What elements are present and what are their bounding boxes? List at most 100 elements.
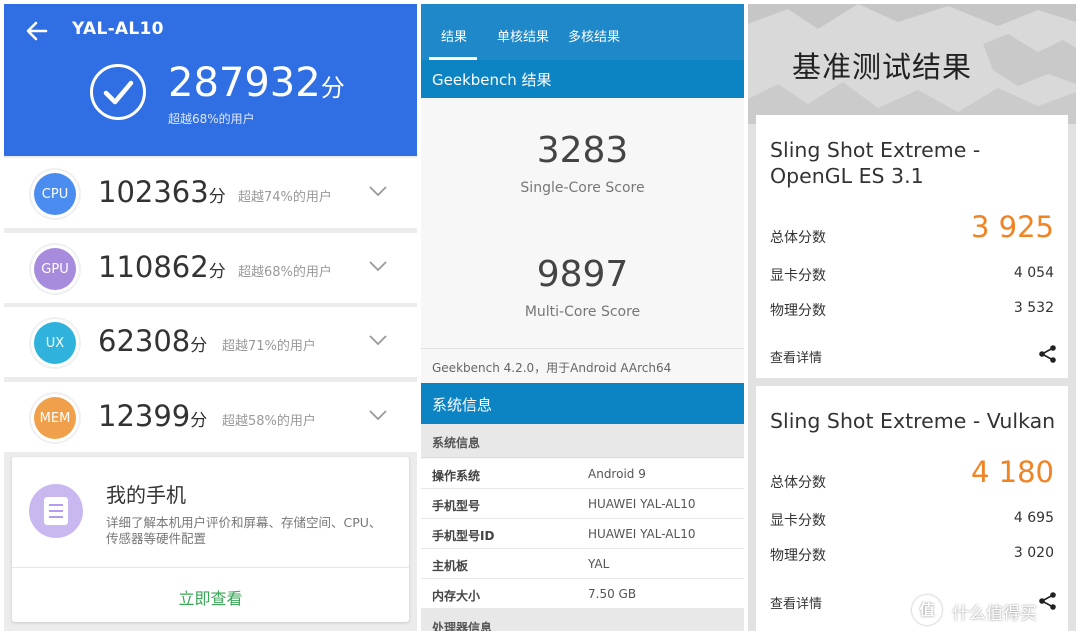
back-arrow-icon[interactable] xyxy=(24,18,50,44)
cpu-score: 102363分 xyxy=(98,174,226,215)
test-name: Sling Shot Extreme - Vulkan xyxy=(770,409,1056,433)
mem-score-value: 12399 xyxy=(98,399,191,433)
info-row: 手机型号 HUAWEI YAL-AL10 xyxy=(421,489,744,519)
section-processor-info: 处理器信息 xyxy=(421,609,744,631)
divider xyxy=(12,567,409,568)
tab-bar: 结果 单核结果 多核结果 xyxy=(421,4,744,60)
watermark-logo-icon: 值 xyxy=(912,595,942,625)
ux-score-unit: 分 xyxy=(190,336,208,356)
tab-single-core[interactable]: 单核结果 xyxy=(497,26,549,45)
cpu-score-value: 102363 xyxy=(98,175,209,209)
gpu-score-unit: 分 xyxy=(208,262,226,282)
ux-badge: UX xyxy=(34,322,76,364)
mem-score: 12399分 xyxy=(98,398,207,439)
score-row-mem[interactable]: MEM 12399分 超越58%的用户 xyxy=(4,382,417,452)
multi-core-score: 9897 xyxy=(536,254,629,295)
hero-banner: 基准测试结果 xyxy=(748,4,1076,124)
section-system-info: 系统信息 xyxy=(421,424,744,458)
antutu-panel: YAL-AL10 287932分 超越68%的用户 CPU 102363分 超越… xyxy=(4,4,417,631)
result-card-opengl: Sling Shot Extreme - OpenGL ES 3.1 总体分数 … xyxy=(756,115,1068,378)
ux-score: 62308分 xyxy=(98,323,207,364)
gpu-score-value: 110862 xyxy=(98,250,209,284)
graphics-score-value: 4 695 xyxy=(1013,510,1054,526)
score-row-gpu[interactable]: GPU 110862分 超越68%的用户 xyxy=(4,233,417,303)
device-model: YAL-AL10 xyxy=(72,19,164,39)
version-info: Geekbench 4.2.0，用于Android AArch64 xyxy=(421,348,744,380)
single-core-score: 3283 xyxy=(536,130,629,171)
system-info-header-text: 系统信息 xyxy=(432,396,493,414)
tab-results[interactable]: 结果 xyxy=(441,26,467,45)
chevron-down-icon[interactable] xyxy=(368,259,388,273)
info-key: 内存大小 xyxy=(432,589,481,603)
info-key: 操作系统 xyxy=(432,469,481,483)
view-details-link[interactable]: 查看详情 xyxy=(770,347,822,366)
chevron-down-icon[interactable] xyxy=(368,333,388,347)
total-score-value: 287932 xyxy=(168,60,321,106)
tab-multi-core[interactable]: 多核结果 xyxy=(568,26,620,45)
cpu-beat: 超越74%的用户 xyxy=(238,190,332,205)
antutu-header: YAL-AL10 287932分 超越68%的用户 xyxy=(4,4,417,156)
info-key: 手机型号 xyxy=(432,499,481,513)
view-now-button[interactable]: 立即查看 xyxy=(12,585,409,609)
page-title: 基准测试结果 xyxy=(792,50,973,84)
info-row: 主机板 YAL xyxy=(421,549,744,579)
cpu-score-unit: 分 xyxy=(208,187,226,207)
info-key: 主机板 xyxy=(432,559,469,573)
info-value: Android 9 xyxy=(588,467,646,481)
single-core-label: Single-Core Score xyxy=(520,180,645,196)
graphics-score-label: 显卡分数 xyxy=(770,513,826,529)
mem-score-unit: 分 xyxy=(190,411,208,431)
total-score-label: 总体分数 xyxy=(770,230,826,246)
share-icon[interactable] xyxy=(1038,344,1058,364)
ux-score-value: 62308 xyxy=(98,324,191,358)
graphics-score-label: 显卡分数 xyxy=(770,268,826,284)
checkmark-icon xyxy=(90,64,146,120)
info-row: 操作系统 Android 9 xyxy=(421,459,744,489)
my-phone-card: 我的手机 详细了解本机用户评价和屏幕、存储空间、CPU、传感器等硬件配置 立即查… xyxy=(12,457,409,622)
info-value: YAL xyxy=(588,557,610,571)
total-score-value: 3 925 xyxy=(970,210,1054,244)
gpu-score: 110862分 xyxy=(98,249,226,290)
version-text: Geekbench 4.2.0，用于Android AArch64 xyxy=(432,361,672,375)
graphics-score-value: 4 054 xyxy=(1013,265,1054,281)
3dmark-panel: 基准测试结果 Sling Shot Extreme - OpenGL ES 3.… xyxy=(748,4,1076,631)
card-title: 我的手机 xyxy=(106,483,186,507)
physics-score-label: 物理分数 xyxy=(770,548,826,564)
info-row: 手机型号ID HUAWEI YAL-AL10 xyxy=(421,519,744,549)
score-row-cpu[interactable]: CPU 102363分 超越74%的用户 xyxy=(4,158,417,228)
multi-core-label: Multi-Core Score xyxy=(524,304,641,320)
info-value: HUAWEI YAL-AL10 xyxy=(588,497,696,511)
physics-score-label: 物理分数 xyxy=(770,303,826,319)
gpu-beat: 超越68%的用户 xyxy=(238,265,332,280)
mem-badge: MEM xyxy=(34,397,76,439)
info-value: HUAWEI YAL-AL10 xyxy=(588,527,696,541)
chevron-down-icon[interactable] xyxy=(368,184,388,198)
gpu-badge: GPU xyxy=(34,248,76,290)
watermark: 值 什么值得买 xyxy=(912,593,1080,627)
document-icon xyxy=(29,484,83,538)
info-row: 内存大小 7.50 GB xyxy=(421,579,744,609)
test-name: Sling Shot Extreme - OpenGL ES 3.1 xyxy=(770,138,981,188)
chevron-down-icon[interactable] xyxy=(368,408,388,422)
geekbench-panel: 结果 单核结果 多核结果 Geekbench 结果 3283 Single-Co… xyxy=(421,4,744,631)
results-header: Geekbench 结果 xyxy=(421,60,744,98)
ux-beat: 超越71%的用户 xyxy=(222,339,316,354)
scores-section: 3283 Single-Core Score 9897 Multi-Core S… xyxy=(421,98,744,348)
results-header-text: Geekbench 结果 xyxy=(432,71,552,89)
total-beat-percent: 超越68%的用户 xyxy=(168,112,255,126)
section-title: 系统信息 xyxy=(432,436,481,450)
physics-score-value: 3 020 xyxy=(1013,545,1054,561)
watermark-text: 什么值得买 xyxy=(952,604,1037,624)
total-score: 287932分 xyxy=(168,60,345,111)
view-details-link[interactable]: 查看详情 xyxy=(770,593,822,612)
card-description: 详细了解本机用户评价和屏幕、存储空间、CPU、传感器等硬件配置 xyxy=(106,515,382,546)
physics-score-value: 3 532 xyxy=(1013,300,1054,316)
total-score-label: 总体分数 xyxy=(770,475,826,491)
total-score-value: 4 180 xyxy=(970,455,1054,489)
score-row-ux[interactable]: UX 62308分 超越71%的用户 xyxy=(4,307,417,377)
info-key: 手机型号ID xyxy=(432,529,495,543)
mem-beat: 超越58%的用户 xyxy=(222,414,316,429)
section-title: 处理器信息 xyxy=(432,621,493,631)
total-score-unit: 分 xyxy=(320,74,345,102)
system-info-header: 系统信息 xyxy=(421,383,744,424)
